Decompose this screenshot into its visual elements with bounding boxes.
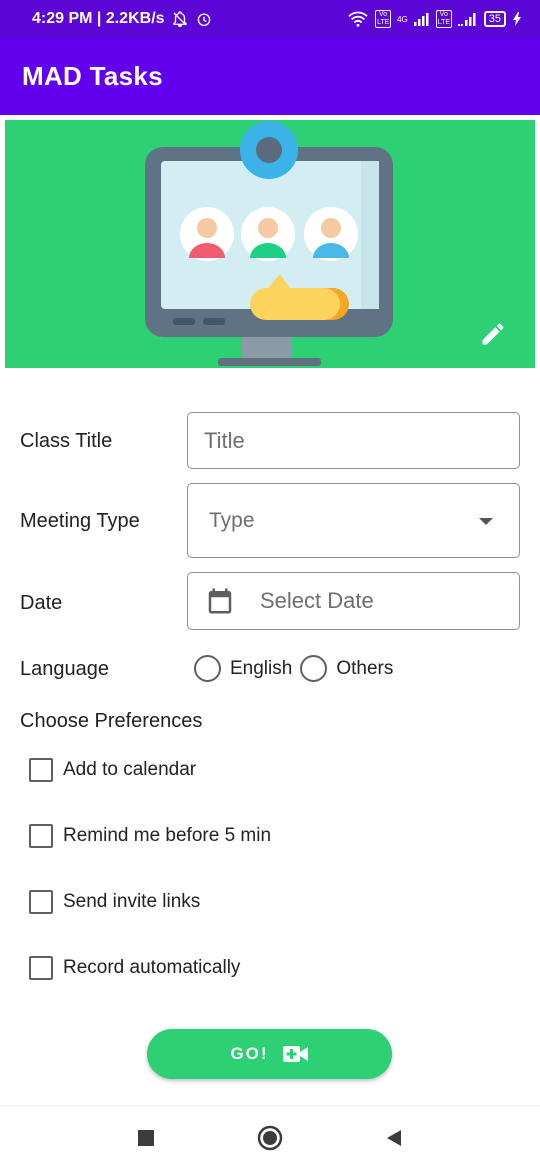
- home-circle-icon: [257, 1125, 283, 1151]
- checkbox-record-automatically[interactable]: Record automatically: [29, 956, 240, 980]
- navigation-bar: [0, 1105, 540, 1170]
- checkbox-label: Remind me before 5 min: [63, 825, 272, 846]
- language-radio-group: English Others: [194, 655, 393, 682]
- radio-others[interactable]: Others: [300, 655, 393, 682]
- date-picker-field[interactable]: Select Date: [187, 572, 520, 630]
- radio-english[interactable]: English: [194, 655, 292, 682]
- status-right: Vo LTE 4G Vo LTE 35: [347, 10, 522, 28]
- go-button-label: GO!: [230, 1044, 269, 1063]
- checkbox-box[interactable]: [29, 758, 53, 782]
- checkbox-remind-me[interactable]: Remind me before 5 min: [29, 824, 271, 848]
- checkbox-label: Add to calendar: [63, 759, 197, 780]
- radio-circle-others[interactable]: [300, 655, 328, 682]
- meeting-type-value: Type: [209, 508, 255, 532]
- volte-badge-1: Vo LTE: [375, 10, 392, 28]
- recents-button[interactable]: [126, 1118, 166, 1158]
- banner-image: [5, 120, 535, 368]
- status-bar: 4:29 PM | 2.2KB/s Vo LTE 4G Vo LTE 35: [0, 0, 540, 38]
- back-triangle-icon: [387, 1130, 401, 1146]
- checkbox-box[interactable]: [29, 824, 53, 848]
- checkbox-box[interactable]: [29, 890, 53, 914]
- pencil-icon: [482, 323, 504, 345]
- signal-icon-2: [457, 12, 478, 26]
- checkbox-add-to-calendar[interactable]: Add to calendar: [29, 758, 196, 782]
- meeting-type-dropdown[interactable]: Type: [187, 483, 520, 558]
- class-title-input[interactable]: Title: [187, 412, 520, 469]
- checkbox-label: Record automatically: [63, 957, 241, 978]
- square-icon: [138, 1130, 154, 1146]
- meeting-type-label: Meeting Type: [20, 510, 140, 532]
- app-bar: MAD Tasks: [0, 38, 540, 115]
- back-button[interactable]: [374, 1118, 414, 1158]
- network-type: 4G: [397, 14, 408, 24]
- charging-icon: [512, 12, 522, 26]
- date-label: Date: [20, 592, 63, 614]
- video-conference-illustration: [145, 121, 393, 366]
- checkbox-label: Send invite links: [63, 891, 201, 912]
- date-placeholder: Select Date: [260, 588, 374, 613]
- status-time: 4:29 PM | 2.2KB/s: [32, 10, 165, 27]
- alarm-icon: [195, 10, 213, 28]
- app-title: MAD Tasks: [22, 61, 163, 91]
- signal-icon-1: [413, 12, 430, 26]
- home-button[interactable]: [250, 1118, 290, 1158]
- battery-icon: 35: [483, 11, 506, 27]
- radio-others-label: Others: [336, 657, 394, 679]
- class-title-placeholder: Title: [204, 427, 245, 453]
- radio-circle-english[interactable]: [194, 655, 221, 682]
- volte-badge-2: Vo LTE: [435, 10, 452, 28]
- go-button[interactable]: GO!: [147, 1029, 392, 1079]
- calendar-icon: [205, 586, 235, 616]
- checkbox-box[interactable]: [29, 956, 53, 980]
- class-title-label: Class Title: [20, 430, 113, 452]
- preferences-title: Choose Preferences: [20, 710, 203, 732]
- dropdown-arrow-icon: [479, 518, 493, 525]
- mute-icon: [171, 10, 189, 28]
- language-label: Language: [20, 658, 109, 680]
- radio-english-label: English: [230, 657, 293, 679]
- status-left: 4:29 PM | 2.2KB/s: [32, 10, 213, 28]
- checkbox-send-invite-links[interactable]: Send invite links: [29, 890, 200, 914]
- wifi-icon: [347, 10, 369, 28]
- edit-image-button[interactable]: [479, 320, 513, 354]
- video-add-icon: [282, 1044, 309, 1064]
